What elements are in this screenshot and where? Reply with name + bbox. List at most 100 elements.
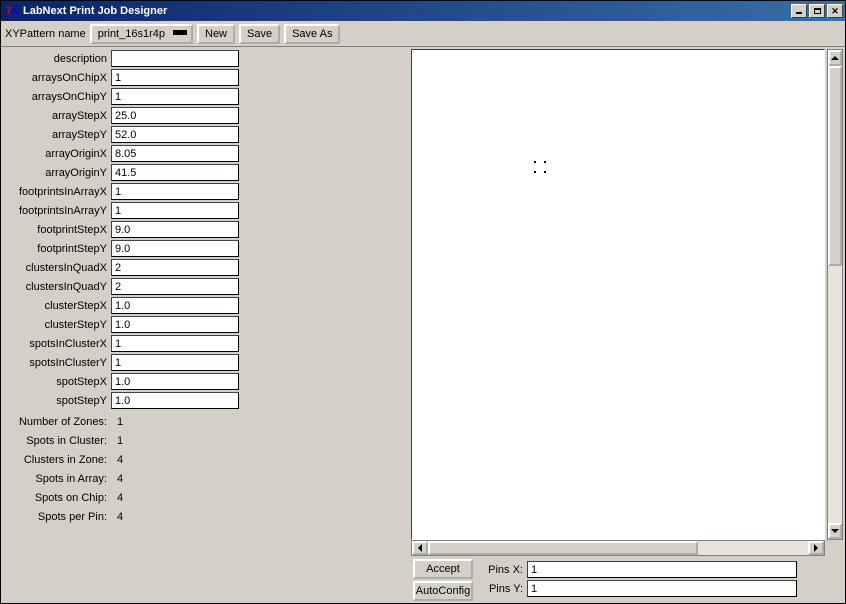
- stat-label: Spots per Pin:: [1, 511, 111, 523]
- field-input[interactable]: 9.0: [111, 221, 239, 238]
- field-row: clusterStepX1.0: [1, 296, 411, 315]
- horizontal-scrollbar[interactable]: [411, 540, 825, 556]
- scroll-down-button[interactable]: [828, 523, 842, 539]
- stat-value: 4: [111, 492, 239, 504]
- field-row: arrayStepY52.0: [1, 125, 411, 144]
- stat-value: 1: [111, 416, 239, 428]
- pattern-name-label: XYPattern name: [5, 28, 86, 40]
- field-row: clustersInQuadX2: [1, 258, 411, 277]
- field-input[interactable]: 1: [111, 88, 239, 105]
- spot-dot: [534, 161, 536, 163]
- stat-row: Spots on Chip:4: [1, 488, 411, 507]
- accept-button[interactable]: Accept: [413, 559, 473, 579]
- field-label: arrayStepY: [1, 129, 111, 141]
- field-input[interactable]: [111, 50, 239, 67]
- pins-x-label: Pins X:: [483, 564, 523, 576]
- stat-value: 4: [111, 511, 239, 523]
- scroll-thumb[interactable]: [828, 66, 842, 266]
- pins-y-input[interactable]: 1: [527, 580, 797, 597]
- field-label: arrayOriginX: [1, 148, 111, 160]
- dropdown-caret-icon: [173, 32, 187, 35]
- field-row: description: [1, 49, 411, 68]
- field-input[interactable]: 1.0: [111, 316, 239, 333]
- field-input[interactable]: 2: [111, 259, 239, 276]
- new-button[interactable]: New: [197, 24, 235, 44]
- field-label: footprintsInArrayX: [1, 186, 111, 198]
- app-icon: 7k: [5, 4, 19, 18]
- field-input[interactable]: 41.5: [111, 164, 239, 181]
- stat-value: 1: [111, 435, 239, 447]
- preview-panel: Accept AutoConfig Pins X: 1 Pins Y: 1: [411, 47, 845, 603]
- bottom-controls: Accept AutoConfig Pins X: 1 Pins Y: 1: [411, 557, 843, 603]
- stat-row: Spots in Cluster:1: [1, 431, 411, 450]
- form-panel: description arraysOnChipX1arraysOnChipY1 a…: [1, 47, 411, 603]
- field-row: arraysOnChipY1: [1, 87, 411, 106]
- field-input[interactable]: 1.0: [111, 392, 239, 409]
- field-row: footprintStepY9.0: [1, 239, 411, 258]
- saveas-button[interactable]: Save As: [284, 24, 340, 44]
- preview-canvas[interactable]: [411, 49, 825, 540]
- scroll-left-button[interactable]: [412, 541, 428, 555]
- pattern-name-dropdown[interactable]: print_16s1r4p: [90, 24, 193, 44]
- scroll-up-button[interactable]: [828, 50, 842, 66]
- field-input[interactable]: 25.0: [111, 107, 239, 124]
- field-label: arrayOriginY: [1, 167, 111, 179]
- title-bar: 7k LabNext Print Job Designer ✕: [1, 1, 845, 21]
- vertical-scrollbar[interactable]: [827, 49, 843, 540]
- field-input[interactable]: 1: [111, 335, 239, 352]
- field-input[interactable]: 9.0: [111, 240, 239, 257]
- window-title: LabNext Print Job Designer: [23, 5, 167, 17]
- stat-label: Clusters in Zone:: [1, 454, 111, 466]
- field-input[interactable]: 8.05: [111, 145, 239, 162]
- stat-label: Number of Zones:: [1, 416, 111, 428]
- field-label: spotStepY: [1, 395, 111, 407]
- field-input[interactable]: 52.0: [111, 126, 239, 143]
- field-row: arrayOriginX8.05: [1, 144, 411, 163]
- scroll-track[interactable]: [828, 66, 842, 523]
- stat-row: Clusters in Zone:4: [1, 450, 411, 469]
- field-label: footprintsInArrayY: [1, 205, 111, 217]
- field-label: footprintStepY: [1, 243, 111, 255]
- field-input[interactable]: 1: [111, 354, 239, 371]
- field-label: description: [1, 53, 111, 65]
- stat-label: Spots in Array:: [1, 473, 111, 485]
- field-label: clustersInQuadY: [1, 281, 111, 293]
- save-button[interactable]: Save: [239, 24, 280, 44]
- stat-value: 4: [111, 454, 239, 466]
- field-input[interactable]: 1: [111, 69, 239, 86]
- field-row: footprintsInArrayY1: [1, 201, 411, 220]
- field-input[interactable]: 1: [111, 202, 239, 219]
- scroll-track[interactable]: [428, 541, 808, 555]
- field-label: spotStepX: [1, 376, 111, 388]
- field-row: arraysOnChipX1: [1, 68, 411, 87]
- field-row: arrayOriginY41.5: [1, 163, 411, 182]
- field-row: spotStepY1.0: [1, 391, 411, 410]
- autoconfig-button[interactable]: AutoConfig: [413, 581, 473, 601]
- stat-row: Number of Zones:1: [1, 412, 411, 431]
- toolbar: XYPattern name print_16s1r4p New Save Sa…: [1, 21, 845, 47]
- stat-row: Spots per Pin:4: [1, 507, 411, 526]
- field-row: clusterStepY1.0: [1, 315, 411, 334]
- minimize-button[interactable]: [791, 4, 807, 18]
- stat-row: Spots in Array:4: [1, 469, 411, 488]
- scroll-right-button[interactable]: [808, 541, 824, 555]
- scroll-thumb[interactable]: [428, 541, 698, 555]
- content-area: description arraysOnChipX1arraysOnChipY1 a…: [1, 47, 845, 603]
- field-input[interactable]: 1.0: [111, 297, 239, 314]
- spot-dot: [544, 171, 546, 173]
- close-button[interactable]: ✕: [827, 4, 843, 18]
- maximize-button[interactable]: [809, 4, 825, 18]
- pattern-name-value: print_16s1r4p: [98, 28, 165, 40]
- field-row: footprintStepX9.0: [1, 220, 411, 239]
- field-input[interactable]: 1: [111, 183, 239, 200]
- field-row: footprintsInArrayX1: [1, 182, 411, 201]
- spot-dot: [534, 171, 536, 173]
- field-label: footprintStepX: [1, 224, 111, 236]
- pins-x-input[interactable]: 1: [527, 561, 797, 578]
- stat-label: Spots in Cluster:: [1, 435, 111, 447]
- field-row: spotStepX1.0: [1, 372, 411, 391]
- field-label: spotsInClusterY: [1, 357, 111, 369]
- field-input[interactable]: 2: [111, 278, 239, 295]
- field-input[interactable]: 1.0: [111, 373, 239, 390]
- field-label: clustersInQuadX: [1, 262, 111, 274]
